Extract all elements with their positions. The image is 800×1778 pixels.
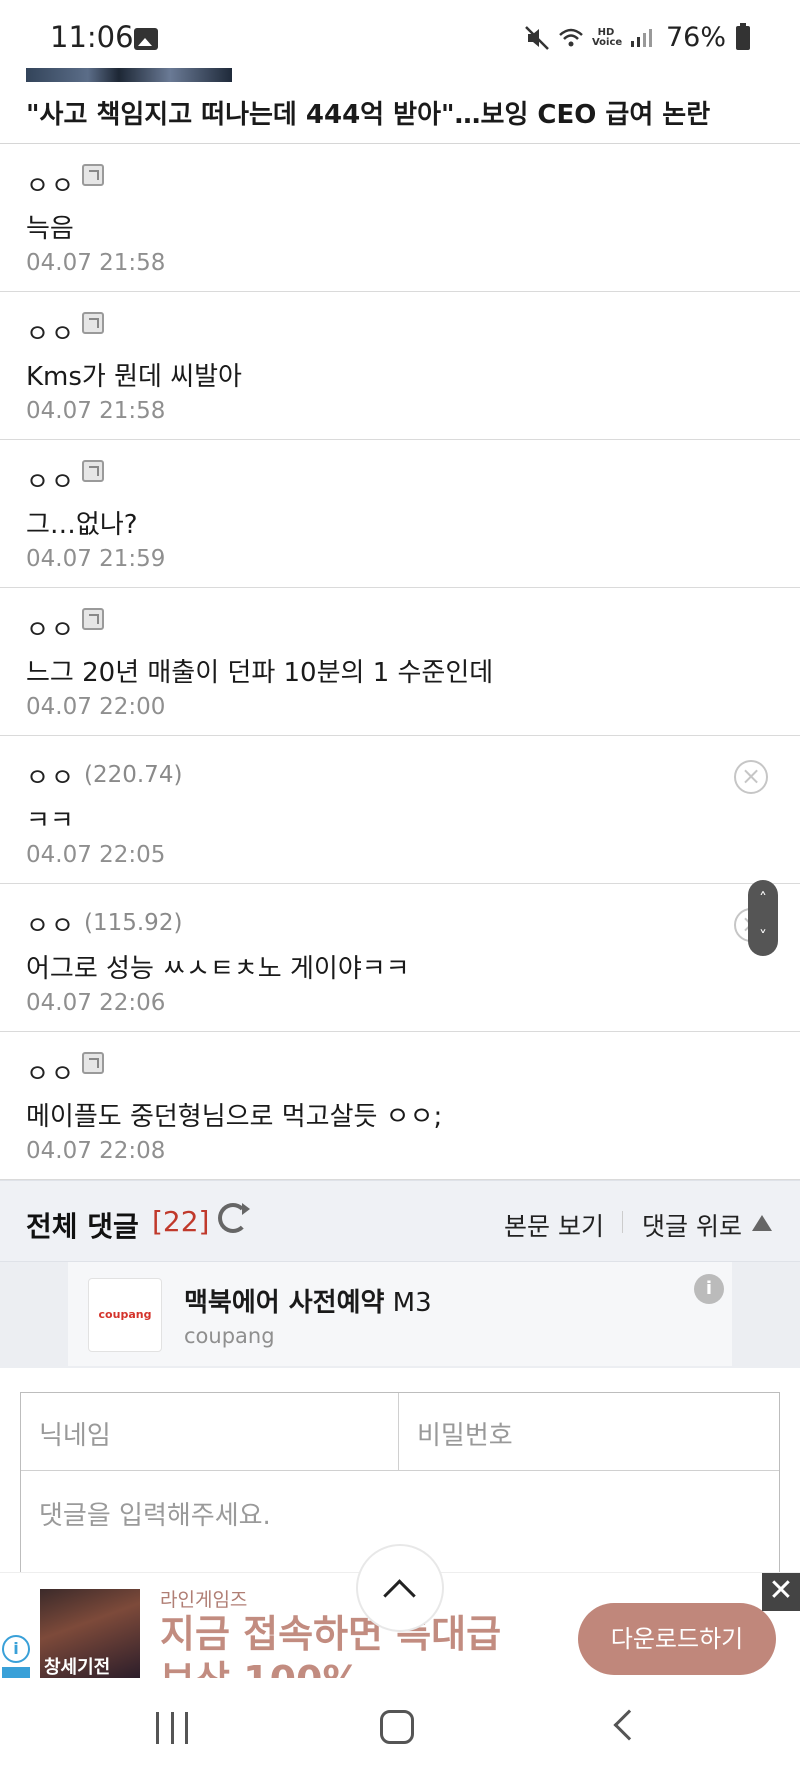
comment-item: ㅇㅇ 느그 20년 매출이 던파 10분의 1 수준인데 04.07 22:00 [0,588,800,736]
adchoices-icon[interactable]: i [2,1635,30,1663]
game-ad-headline: 지금 접속하면 특대급보상 100% [160,1611,501,1678]
comment-list: ㅇㅇ 늑음 04.07 21:58 ㅇㅇ Kms가 뭔데 씨발아 04.07 21:58 ㅇ… [0,144,800,1180]
fixed-nick-badge-icon [82,608,104,630]
comment-author[interactable]: ㅇㅇ [26,610,76,646]
triangle-up-icon[interactable] [752,1215,772,1231]
back-icon[interactable] [613,1709,645,1741]
ad-band: coupang 맥북에어 사전예약 M3 coupang i [0,1262,800,1368]
battery-percent: 76% [665,22,726,53]
close-icon[interactable]: ✕ [762,1573,800,1611]
scroll-up-icon[interactable]: ˄ [748,880,778,918]
fixed-nick-badge-icon [82,312,104,334]
scroll-top-icon[interactable] [356,1544,444,1632]
fixed-nick-badge-icon [82,460,104,482]
password-field[interactable]: 비밀번호 [399,1393,779,1471]
view-body-button[interactable]: 본문 보기 [504,1207,604,1243]
status-icons: HD Voice 76% [524,22,750,53]
ad-title-suffix: M3 [384,1288,432,1318]
article-thumbnail[interactable] [26,68,232,82]
game-ad-image[interactable]: 창세기전 [40,1589,140,1678]
comment-date: 04.07 21:59 [26,546,166,572]
download-button[interactable]: 다운로드하기 [578,1603,776,1675]
coupang-logo: coupang [88,1278,162,1352]
comment-count: [22] [152,1205,210,1238]
game-ad-headline-line2: 보상 100% [160,1658,361,1678]
info-icon[interactable]: i [694,1274,724,1304]
comment-item: ㅇㅇ Kms가 뭔데 씨발아 04.07 21:58 [0,292,800,440]
comment-text: 그…없나? [26,510,138,540]
comment-item: ㅇㅇ 그…없나? 04.07 21:59 [0,440,800,588]
comment-item: ㅇㅇ 메이플도 중던형님으로 먹고살듯 ㅇㅇ; 04.07 22:08 [0,1032,800,1180]
comment-date: 04.07 22:00 [26,694,166,720]
ad-source: coupang [184,1324,275,1348]
to-comments-top-button[interactable]: 댓글 위로 [642,1207,742,1243]
gallery-icon [134,28,158,50]
wifi-icon [559,28,583,46]
ad-title-main: 맥북에어 사전예약 [184,1288,385,1318]
comment-author[interactable]: ㅇㅇ [26,314,76,350]
comment-date: 04.07 22:06 [26,990,166,1016]
mute-icon [525,25,549,50]
comment-date: 04.07 22:08 [26,1138,166,1164]
comment-author[interactable]: ㅇㅇ [26,462,76,498]
comment-author[interactable]: ㅇㅇ [26,906,76,942]
comment-text: ㅋㅋ [26,806,74,836]
comment-date: 04.07 21:58 [26,250,166,276]
all-comments-title: 전체 댓글 [26,1210,139,1243]
game-ad-headline-line1: 지금 접속하면 특대급 [160,1612,502,1656]
comment-text: 어그로 성능 ㅆㅅㅌㅊ노 게이야ㅋㅋ [26,954,410,984]
comment-date: 04.07 22:05 [26,842,166,868]
nickname-field[interactable]: 닉네임 [21,1393,399,1471]
hd-voice-icon: HD Voice [591,26,623,48]
adchoices-close-icon[interactable] [2,1667,30,1678]
comment-item: ㅇㅇ (220.74) ㅋㅋ 04.07 22:05 × [0,736,800,884]
navigation-bar [0,1678,800,1778]
scroll-navigator[interactable]: ˄ ˅ [748,880,778,956]
battery-icon [736,22,750,50]
ad-card[interactable]: coupang 맥북에어 사전예약 M3 coupang i [68,1262,732,1366]
comment-author[interactable]: ㅇㅇ [26,758,76,794]
comment-textarea[interactable]: 댓글을 입력해주세요. [39,1495,271,1532]
fixed-nick-badge-icon [82,1052,104,1074]
delete-comment-icon[interactable]: × [734,760,768,794]
status-bar: 11:06 HD Voice 76% [0,0,800,72]
refresh-icon[interactable] [218,1203,250,1233]
ad-title[interactable]: 맥북에어 사전예약 M3 [184,1282,432,1319]
comment-author[interactable]: ㅇㅇ [26,1054,76,1090]
article-title[interactable]: "사고 책임지고 떠나는데 444억 받아"…보잉 CEO 급여 논란 [26,94,786,131]
comment-ip: (220.74) [84,762,183,788]
comment-author[interactable]: ㅇㅇ [26,166,76,202]
comment-text: 메이플도 중던형님으로 먹고살듯 ㅇㅇ; [26,1102,443,1132]
signal-icon [630,28,652,47]
comment-item: ㅇㅇ 늑음 04.07 21:58 [0,144,800,292]
recent-apps-icon[interactable] [156,1712,188,1744]
game-ad-image-caption: 창세기전 [44,1657,111,1678]
comment-text: 늑음 [26,214,74,244]
scroll-down-icon[interactable]: ˅ [748,918,778,956]
all-comments-bar: 전체 댓글 [22] 본문 보기 댓글 위로 [0,1180,800,1262]
separator [622,1211,623,1233]
fixed-nick-badge-icon [82,164,104,186]
game-ad-brand: 라인게임즈 [160,1589,248,1611]
comment-text: Kms가 뭔데 씨발아 [26,362,242,392]
status-time: 11:06 [50,20,134,54]
home-icon[interactable] [380,1710,414,1744]
comment-item: ㅇㅇ(115.92)어그로 성능 ㅆㅅㅌㅊ노 게이야ㅋㅋ04.07 22:06× [0,884,800,1032]
comment-text: 느그 20년 매출이 던파 10분의 1 수준인데 [26,658,494,688]
comment-ip: (115.92) [84,910,183,936]
comment-date: 04.07 21:58 [26,398,166,424]
